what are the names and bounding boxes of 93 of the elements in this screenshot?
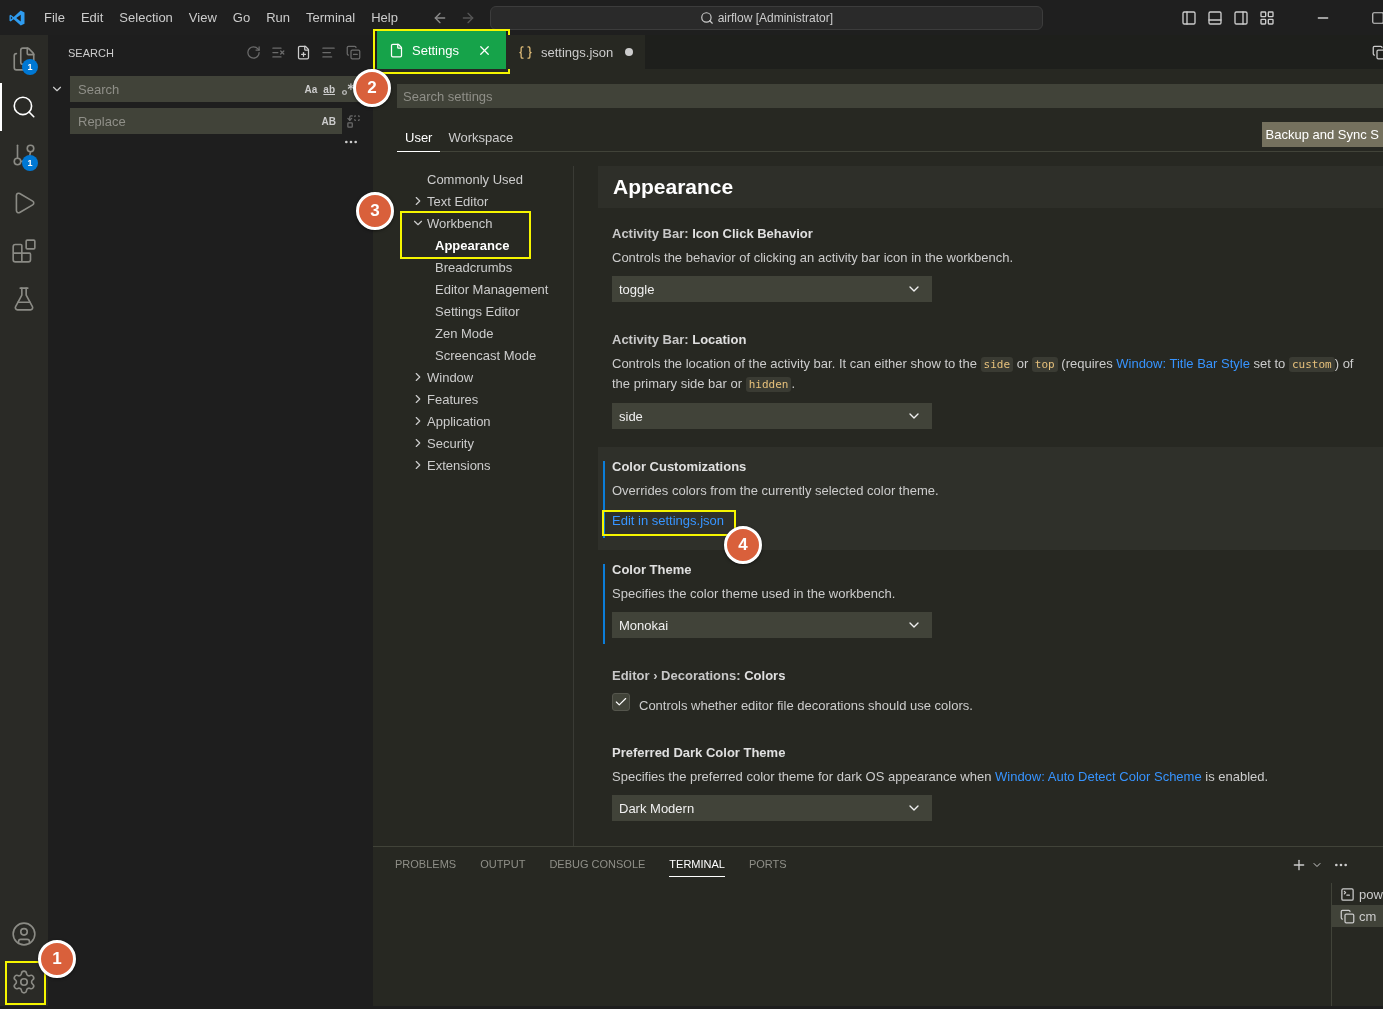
panel-tab[interactable]: TERMINAL [669,856,725,877]
case-toggle[interactable]: AB [321,115,336,127]
menu-item[interactable]: File [36,10,73,25]
toc-item[interactable]: Security [397,432,573,454]
terminal-icon [1340,886,1355,902]
new-file-icon[interactable] [296,45,311,60]
braces-icon [518,44,533,60]
collapse-icon[interactable] [321,45,336,60]
sync-button[interactable]: Backup and Sync S [1261,122,1383,147]
toc-item[interactable]: Commonly Used [397,168,573,190]
toc-item[interactable]: Window [397,366,573,388]
window-icon [1340,908,1355,924]
setting-description: Overrides colors from the currently selected color theme. [612,482,940,500]
regex-icon[interactable] [341,82,355,96]
menu-item[interactable]: Edit [72,10,112,25]
dropdown[interactable]: Monokai [612,612,932,638]
scope-tab[interactable]: Workspace [440,124,522,152]
callout-number: 3 [356,192,394,230]
app-logo [8,8,26,27]
checkbox[interactable] [612,693,630,711]
maximize-icon[interactable] [1371,10,1383,25]
check-icon [614,695,628,709]
search-icon[interactable] [11,94,37,120]
toc-item[interactable]: Settings Editor [397,300,573,322]
setting-description: Controls whether editor file decorations should use colors. [639,697,973,715]
callout-number: 1 [38,940,76,978]
dropdown[interactable]: side [612,403,932,429]
callout-number: 4 [724,526,762,564]
layout-icon[interactable] [1259,9,1275,26]
replace-field[interactable]: Replace AB [70,108,342,134]
setting-description: Specifies the color theme used in the workbench. [612,585,897,603]
setting-description: Specifies the preferred color theme for dark OS appearance when Window: Auto Detect Color Scheme is enabled. [612,768,1270,786]
toc-item[interactable]: Appearance [397,234,573,256]
dropdown[interactable]: toggle [612,276,932,302]
refresh-icon[interactable] [246,45,261,60]
count-badge: 1 [22,59,38,75]
command-center[interactable]: airflow [Administrator] [489,5,1043,30]
search-toggle[interactable]: Aa [304,83,318,95]
blocks-icon[interactable] [11,238,37,264]
terminal-item[interactable]: cm [1332,905,1383,927]
split-editor-icon[interactable] [1372,44,1383,60]
panel-tab[interactable]: OUTPUT [480,856,526,877]
setting-description: Controls the location of the activity bar. It can either show to the side or top (requires Window: Title Bar Style set to custom ) of the primary side bar or hidden . [612,355,1355,394]
menu-item[interactable]: View [180,10,225,25]
panel-left-icon[interactable] [1181,9,1197,26]
toc-item[interactable]: Workbench [397,212,573,234]
setting-link[interactable]: Window: Auto Detect Color Scheme [995,769,1202,784]
toc-item[interactable]: Zen Mode [397,322,573,344]
replace-all-icon[interactable] [346,113,361,129]
user-icon[interactable] [11,921,37,947]
setting-link[interactable]: Window: Title Bar Style [1116,356,1250,371]
toc-item[interactable]: Application [397,410,573,432]
files-icon[interactable] [11,46,37,72]
count-badge: 1 [22,155,38,171]
search-toggle[interactable]: ab [323,83,335,95]
setting-title: Editor › Decorations: Colors [612,668,787,683]
file-icon [389,42,404,58]
toc-item[interactable]: Breadcrumbs [397,256,573,278]
settings-search-field[interactable]: Search settings [397,84,1383,108]
terminal-item[interactable]: pow [1332,883,1383,905]
toc-item[interactable]: Screencast Mode [397,344,573,366]
menu-item[interactable]: Terminal [298,10,364,25]
menu-item[interactable]: Selection [111,10,181,25]
setting-title: Color Customizations [612,459,748,474]
clear-icon[interactable] [271,45,286,60]
menu-item[interactable]: Help [363,10,406,25]
edit-link[interactable]: Edit in settings.json [612,513,724,528]
editor-tab[interactable]: settings.json [506,35,646,69]
setting-description: Controls the behavior of clicking an activity bar icon in the workbench. [612,249,1015,267]
toc-item[interactable]: Text Editor [397,190,573,212]
section-heading: Appearance [598,166,1383,208]
toc-item[interactable]: Extensions [397,454,573,476]
menu-item[interactable]: Go [224,10,259,25]
plus-icon[interactable] [1291,857,1307,873]
toc-item[interactable]: Editor Management [397,278,573,300]
setting-title: Activity Bar: Location [612,332,748,347]
toc-item[interactable]: Features [397,388,573,410]
settings-icon[interactable] [11,969,37,995]
collapse-all-icon[interactable] [346,45,361,60]
menu-item[interactable]: Run [258,10,298,25]
panel-tab[interactable]: DEBUG CONSOLE [549,856,646,877]
search-field[interactable]: Search Aa ab [70,76,361,102]
setting-title: Preferred Dark Color Theme [612,745,787,760]
panel-tab[interactable]: PORTS [748,856,787,877]
dropdown[interactable]: Dark Modern [612,795,932,821]
setting-title: Activity Bar: Icon Click Behavior [612,226,814,241]
panel-tab[interactable]: PROBLEMS [395,856,457,877]
setting-title: Color Theme [612,562,693,577]
search-icon [699,10,714,25]
panel-right-icon[interactable] [1233,9,1249,26]
scope-tab[interactable]: User [397,124,441,152]
panel-bottom-icon[interactable] [1207,9,1223,26]
sidebar-title: SEARCH [68,46,115,59]
